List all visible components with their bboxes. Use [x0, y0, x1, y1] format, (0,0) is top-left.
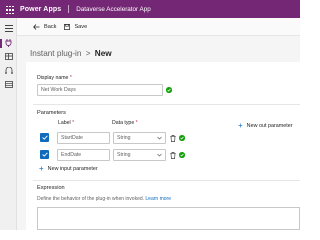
new-output-parameter-label: New out parameter [246, 123, 293, 129]
app-title: Dataverse Accelerator App [76, 5, 151, 13]
delete-icon[interactable] [170, 152, 176, 159]
back-label: Back [44, 23, 57, 30]
display-name-label: Display name * [37, 75, 72, 81]
expression-description: Define the behavior of the plug-in when … [37, 196, 171, 202]
section-divider [33, 180, 300, 181]
new-output-parameter-button[interactable]: + New out parameter [238, 122, 293, 130]
param-label-input[interactable]: StartDate [57, 132, 110, 144]
table-icon[interactable] [4, 52, 13, 60]
section-divider [33, 104, 300, 105]
param-row-checkbox[interactable] [40, 150, 49, 159]
param-row-checkbox[interactable] [40, 133, 49, 142]
breadcrumb-current: New [94, 49, 112, 58]
param-valid-icon [179, 135, 185, 141]
breadcrumb-parent[interactable]: Instant plug-in [30, 49, 81, 58]
app-launcher-icon[interactable] [6, 5, 14, 14]
param-type-select[interactable]: String [113, 132, 166, 144]
param-label-column-header: Label * [58, 120, 75, 126]
param-valid-icon [179, 152, 185, 158]
delete-icon[interactable] [170, 135, 176, 142]
save-button[interactable]: Save [64, 24, 87, 30]
back-button[interactable]: Back [33, 24, 56, 30]
param-label-value: EndDate [61, 152, 82, 158]
left-nav-rail [0, 18, 17, 230]
grid-icon[interactable] [4, 80, 13, 88]
breadcrumb: Instant plug-in > New [30, 49, 112, 58]
param-type-column-header: Data type * [112, 120, 138, 126]
new-input-parameter-label: New input parameter [47, 166, 98, 172]
save-label: Save [74, 23, 88, 30]
command-bar: Back Save [17, 18, 300, 36]
active-nav-indicator [0, 39, 2, 48]
param-label-input[interactable]: EndDate [57, 149, 110, 161]
param-type-select[interactable]: String [113, 149, 166, 161]
app-header: Power Apps Dataverse Accelerator App [0, 0, 300, 18]
plug-icon[interactable] [4, 39, 13, 47]
parameters-heading: Parameters [37, 110, 66, 116]
param-type-value: String [117, 152, 131, 158]
param-label-value: StartDate [61, 135, 83, 141]
param-type-value: String [117, 135, 131, 141]
learn-more-link[interactable]: Learn more [145, 196, 171, 202]
chevron-down-icon [157, 136, 162, 140]
back-arrow-icon [33, 23, 40, 30]
chevron-down-icon [157, 153, 162, 157]
display-name-input[interactable]: Net Work Days [37, 84, 163, 96]
expression-editor[interactable] [37, 207, 300, 230]
save-icon [64, 23, 71, 30]
brand-name[interactable]: Power Apps [20, 6, 61, 13]
breadcrumb-separator: > [85, 49, 91, 58]
display-name-valid-icon [166, 87, 172, 93]
pipeline-icon[interactable] [4, 66, 13, 74]
expression-heading: Expression [37, 185, 65, 191]
plus-icon: + [238, 121, 243, 130]
new-input-parameter-button[interactable]: + New input parameter [39, 165, 98, 173]
hamburger-icon[interactable] [4, 24, 13, 32]
display-name-value: Net Work Days [41, 87, 76, 93]
header-divider [68, 5, 70, 13]
plus-icon: + [39, 164, 44, 173]
